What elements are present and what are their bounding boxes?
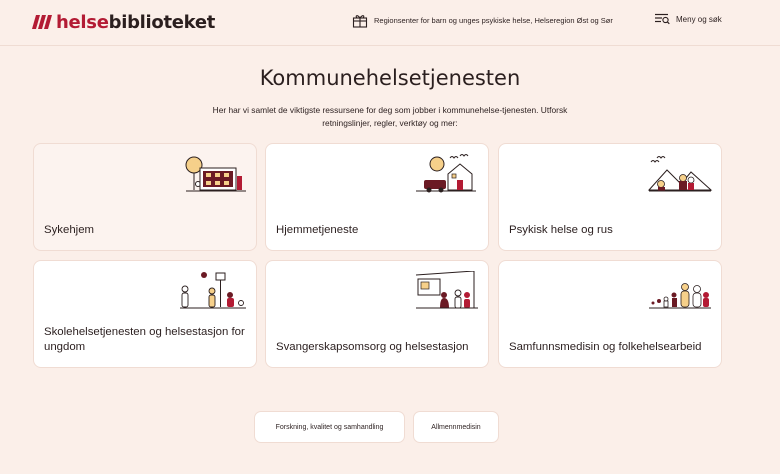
card-sykehjem[interactable]: Sykehjem [33,143,257,251]
card-skolehelsetjenesten[interactable]: Skolehelsetjenesten og helsestasjon for … [33,260,257,368]
mental-health-icon [647,156,713,192]
public-health-icon [649,283,711,309]
link-allmennmedisin[interactable]: Allmennmedisin [413,411,499,443]
school-health-icon [180,272,246,309]
logo-slashes-icon [32,15,52,29]
nursing-home-icon [185,156,246,192]
page-title: Kommunehelsetjenesten [259,66,521,90]
menu-label: Meny og søk [676,14,722,24]
menu-search-button[interactable]: Meny og søk [655,13,722,25]
card-label: Svangerskapsomsorg og helsestasjon [276,341,469,353]
site-header: helsebiblioteket Regionsenter for barn o… [0,0,780,46]
card-label: Psykisk helse og rus [509,224,613,236]
gift-building-icon [352,15,368,28]
card-svangerskapsomsorg[interactable]: Svangerskapsomsorg og helsestasjon [265,260,489,368]
card-samfunnsmedisin[interactable]: Samfunnsmedisin og folkehelsearbeid [498,260,722,368]
logo-wordmark: helsebiblioteket [56,11,216,33]
card-label: Hjemmetjeneste [276,224,359,236]
helsebiblioteket-logo[interactable]: helsebiblioteket [32,10,215,34]
menu-search-icon [655,13,670,25]
home-care-icon [416,154,476,193]
card-label: Skolehelsetjenesten og helsestasjon for … [44,326,245,353]
card-label: Sykehjem [44,224,95,236]
link-forskning[interactable]: Forskning, kvalitet og samhandling [254,411,405,443]
card-label: Samfunnsmedisin og folkehelsearbeid [509,341,702,353]
card-hjemmetjeneste[interactable]: Hjemmetjeneste [265,143,489,251]
region-label: Regionsenter for barn og unges psykiske … [374,16,613,25]
maternity-care-icon [415,271,478,309]
page-intro: Her har vi samlet de viktigste ressursen… [212,105,568,128]
region-link[interactable]: Regionsenter for barn og unges psykiske … [352,13,613,28]
card-psykisk-helse-og-rus[interactable]: Psykisk helse og rus [498,143,722,251]
